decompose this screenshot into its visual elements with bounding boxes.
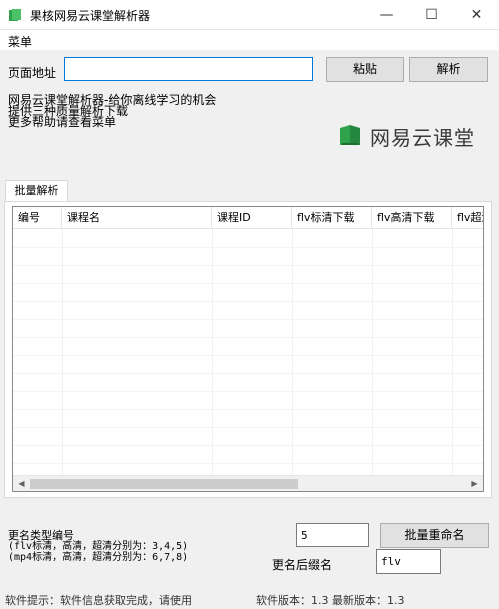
rename-type-label: 更名类型编号 [8, 529, 74, 542]
info-line-3: 更多帮助请查看菜单 [8, 115, 117, 129]
parse-button[interactable]: 解析 [409, 57, 488, 82]
column-header[interactable]: 编号 [13, 207, 62, 229]
scrollbar-thumb[interactable] [30, 479, 298, 489]
rename-type-input[interactable] [296, 523, 369, 547]
column-header[interactable]: 课程ID [212, 207, 292, 229]
paste-button[interactable]: 粘贴 [326, 57, 404, 82]
batch-rename-button[interactable]: 批量重命名 [380, 523, 489, 548]
url-label: 页面地址 [8, 66, 57, 80]
suffix-label: 更名后缀名 [272, 558, 333, 572]
column-header[interactable]: flv超清下载 [452, 207, 483, 229]
maximize-button[interactable]: ☐ [409, 0, 454, 30]
logo-text: 网易云课堂 [370, 126, 475, 150]
table-header: 编号 课程名 课程ID flv标清下载 flv高清下载 flv超清下载 [13, 207, 483, 229]
rename-notes: 更名类型编号 (flv标清，高清，超清分别为：3,4,5) (mp4标清，高清，… [8, 530, 188, 563]
close-button[interactable]: ✕ [454, 0, 499, 30]
course-table[interactable]: 编号 课程名 课程ID flv标清下载 flv高清下载 flv超清下载 ◀ ▶ [12, 206, 484, 492]
title-bar: 果核网易云课堂解析器 — ☐ ✕ [0, 0, 499, 30]
tab-panel: 编号 课程名 课程ID flv标清下载 flv高清下载 flv超清下载 ◀ ▶ [4, 201, 492, 498]
status-bar: 软件提示：软件信息获取完成，请使用 软件版本：1.3 最新版本：1.3 [0, 589, 499, 609]
netease-logo: 网易云课堂 [338, 120, 488, 150]
url-input[interactable] [64, 57, 313, 81]
horizontal-scrollbar[interactable]: ◀ ▶ [13, 475, 483, 491]
menu-item-main[interactable]: 菜单 [8, 33, 32, 50]
tab-batch-parse[interactable]: 批量解析 [5, 180, 68, 202]
flv-hint: (flv标清，高清，超清分别为：3,4,5) [8, 541, 189, 552]
column-header[interactable]: 课程名 [62, 207, 212, 229]
scroll-right-icon[interactable]: ▶ [466, 476, 483, 491]
mp4-hint: (mp4标清，高清，超清分别为：6,7,8) [8, 552, 189, 563]
table-gridlines [13, 229, 483, 475]
status-version: 软件版本：1.3 最新版本：1.3 [256, 594, 405, 607]
menu-bar: 菜单 [0, 30, 499, 50]
netease-book-icon [340, 125, 360, 145]
scroll-left-icon[interactable]: ◀ [13, 476, 30, 491]
suffix-input[interactable] [376, 549, 441, 574]
window-title: 果核网易云课堂解析器 [30, 9, 151, 23]
app-icon [9, 9, 21, 21]
info-text: 网易云课堂解析器-给你离线学习的机会 提供三种质量解析下载 更多帮助请查看菜单 [8, 94, 216, 129]
minimize-button[interactable]: — [364, 0, 409, 30]
column-header[interactable]: flv标清下载 [292, 207, 372, 229]
column-header[interactable]: flv高清下载 [372, 207, 452, 229]
status-tip: 软件提示：软件信息获取完成，请使用 [5, 594, 192, 607]
